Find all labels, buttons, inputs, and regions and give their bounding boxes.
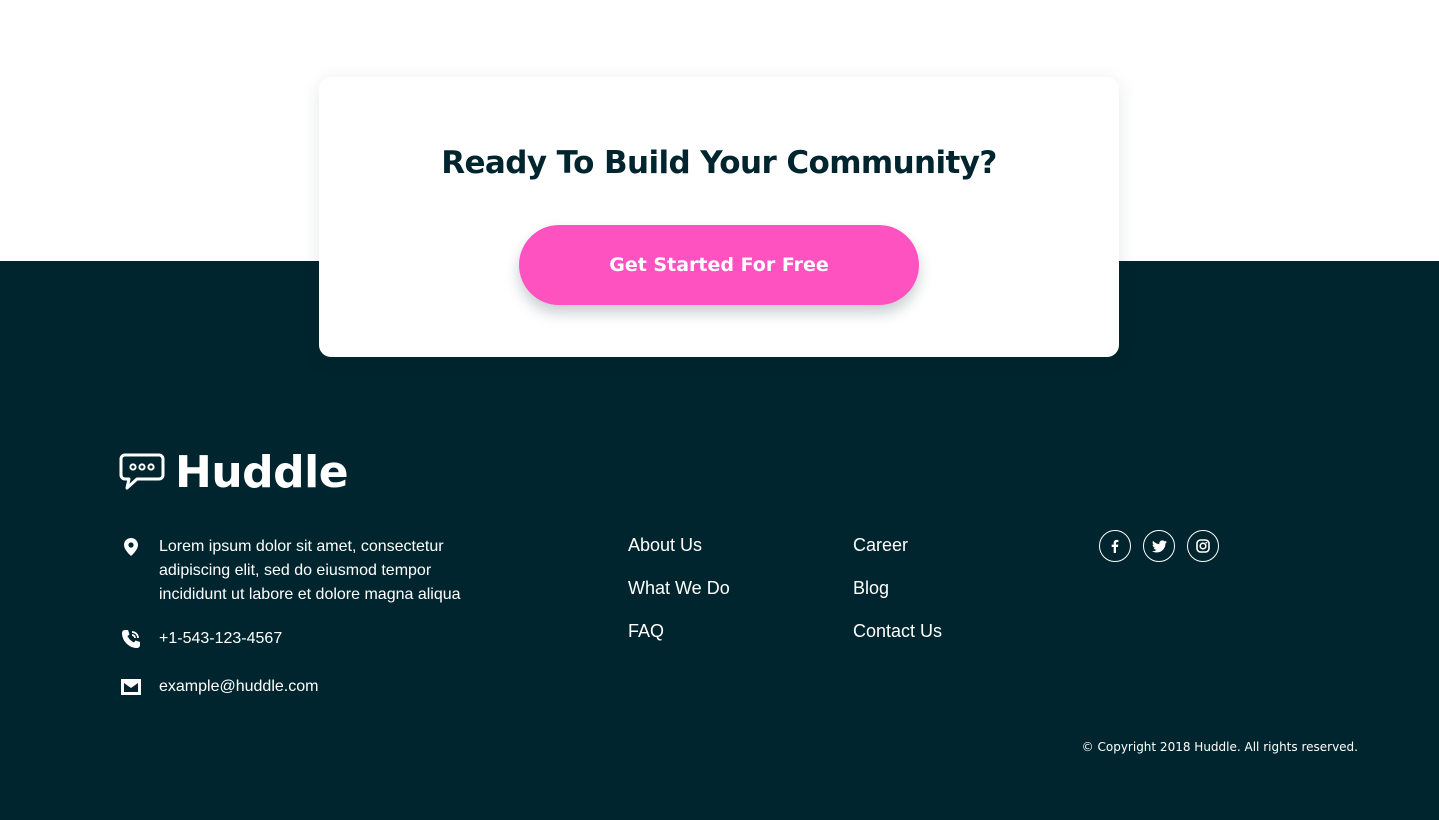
nav-link-faq[interactable]: FAQ <box>628 618 730 644</box>
instagram-icon[interactable] <box>1187 530 1219 562</box>
email-address[interactable]: example@huddle.com <box>159 675 318 699</box>
footer-logo[interactable]: Huddle <box>119 447 349 498</box>
cta-card: Ready To Build Your Community? Get Start… <box>319 77 1119 357</box>
social-links <box>1099 530 1231 562</box>
twitter-icon[interactable] <box>1143 530 1175 562</box>
brand-name: Huddle <box>175 446 349 498</box>
nav-link-what-we-do[interactable]: What We Do <box>628 575 730 601</box>
nav-link-about-us[interactable]: About Us <box>628 532 730 558</box>
contact-phone: +1-543-123-4567 <box>119 627 282 651</box>
location-pin-icon <box>119 535 143 559</box>
nav-link-blog[interactable]: Blog <box>853 575 942 601</box>
footer-nav-column-2: Career Blog Contact Us <box>853 532 942 661</box>
facebook-icon[interactable] <box>1099 530 1131 562</box>
footer-nav-column-1: About Us What We Do FAQ <box>628 532 730 661</box>
contact-address: Lorem ipsum dolor sit amet, consectetur … <box>119 535 499 607</box>
address-text: Lorem ipsum dolor sit amet, consectetur … <box>159 538 461 603</box>
cta-title: Ready To Build Your Community? <box>441 145 997 181</box>
get-started-button[interactable]: Get Started For Free <box>519 225 919 305</box>
phone-number[interactable]: +1-543-123-4567 <box>159 627 282 651</box>
speech-bubble-icon <box>119 453 165 490</box>
contact-email: example@huddle.com <box>119 675 318 699</box>
mail-icon <box>119 675 143 699</box>
nav-link-contact-us[interactable]: Contact Us <box>853 618 942 644</box>
copyright-text: © Copyright 2018 Huddle. All rights rese… <box>1081 740 1358 754</box>
phone-icon <box>119 627 143 651</box>
nav-link-career[interactable]: Career <box>853 532 942 558</box>
